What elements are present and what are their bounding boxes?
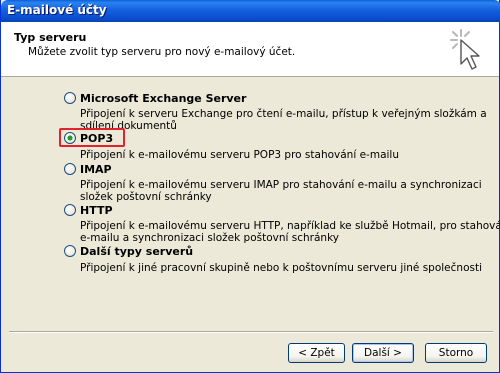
- option-pop3-label[interactable]: POP3: [80, 132, 113, 145]
- option-exchange[interactable]: Microsoft Exchange Server Připojení k se…: [64, 91, 487, 132]
- radio-exchange[interactable]: [64, 92, 76, 104]
- option-exchange-desc-1: Připojení k serveru Exchange pro čtení e…: [80, 108, 487, 120]
- radio-imap[interactable]: [64, 163, 76, 175]
- footer-divider: [9, 331, 493, 333]
- option-http[interactable]: HTTP Připojení k e-mailovému serveru HTT…: [64, 203, 500, 244]
- next-button[interactable]: Další >: [352, 343, 414, 363]
- option-http-desc-2: e-mailu a synchronizaci složek poštovní …: [80, 232, 339, 244]
- option-imap-desc-1: Připojení k e-mailovému serveru IMAP pro…: [80, 179, 482, 191]
- cancel-button[interactable]: Storno: [425, 343, 487, 363]
- header-title: Typ serveru: [14, 31, 87, 44]
- option-imap[interactable]: IMAP Připojení k e-mailovému serveru IMA…: [64, 162, 482, 203]
- radio-other[interactable]: [64, 245, 76, 257]
- window-title: E-mailové účty: [7, 3, 107, 17]
- back-button[interactable]: < Zpět: [288, 343, 345, 363]
- option-pop3-desc-1: Připojení k e-mailovému serveru POP3 pro…: [80, 149, 399, 161]
- title-bar[interactable]: E-mailové účty: [1, 0, 500, 22]
- option-imap-desc-2: složek poštovní schránky: [80, 191, 212, 203]
- radio-pop3[interactable]: [64, 132, 76, 144]
- option-http-label[interactable]: HTTP: [80, 204, 113, 217]
- wizard-header: Typ serveru Můžete zvolit typ serveru pr…: [1, 22, 499, 77]
- radio-http[interactable]: [64, 204, 76, 216]
- option-other[interactable]: Další typy serverů Připojení k jiné prac…: [64, 244, 482, 274]
- option-pop3[interactable]: POP3 Připojení k e-mailovému serveru POP…: [64, 131, 399, 161]
- option-other-label[interactable]: Další typy serverů: [80, 245, 193, 258]
- header-subtitle: Můžete zvolit typ serveru pro nový e-mai…: [28, 46, 296, 58]
- dialog-window: E-mailové účty Typ serveru Můžete zvolit…: [0, 0, 500, 373]
- wizard-cursor-icon: [450, 29, 480, 70]
- option-http-desc-1: Připojení k e-mailovému serveru HTTP, na…: [80, 220, 500, 232]
- option-other-desc-1: Připojení k jiné pracovní skupině nebo k…: [80, 262, 482, 274]
- option-imap-label[interactable]: IMAP: [80, 163, 112, 176]
- option-exchange-label[interactable]: Microsoft Exchange Server: [80, 92, 246, 105]
